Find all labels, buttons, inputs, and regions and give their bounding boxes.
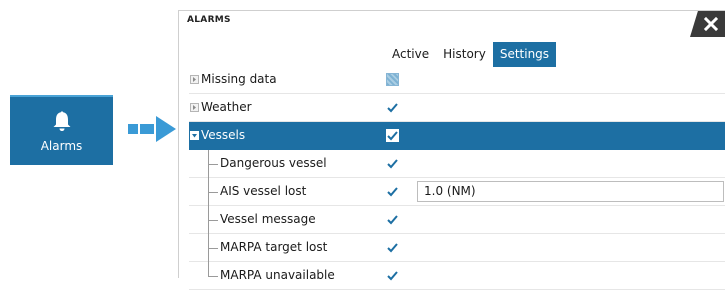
expand-toggle[interactable] [190, 75, 199, 84]
checkmark-icon [387, 243, 398, 253]
checkbox[interactable] [386, 185, 399, 198]
alarm-settings-list: Missing data Weather Vessels Dangerous v… [189, 66, 725, 290]
row-label: AIS vessel lost [220, 184, 307, 198]
checkmark-icon [387, 271, 398, 281]
checkbox[interactable] [386, 213, 399, 226]
list-item-vessels[interactable]: Vessels [189, 122, 725, 150]
list-item-dangerous-vessel[interactable]: Dangerous vessel [189, 150, 725, 178]
row-label: Weather [201, 100, 252, 114]
tree-connector [208, 192, 218, 193]
collapse-toggle[interactable] [190, 131, 199, 140]
chevron-right-icon [193, 77, 196, 82]
checkbox[interactable] [386, 241, 399, 254]
tree-connector [208, 220, 218, 221]
checkmark-icon [387, 103, 398, 113]
alarms-launcher-label: Alarms [40, 138, 83, 153]
tree-connector [208, 248, 218, 249]
checkbox[interactable] [386, 101, 399, 114]
alarms-launcher-button[interactable]: Alarms [10, 95, 113, 165]
tree-connector [208, 164, 218, 165]
row-label: MARPA unavailable [220, 268, 335, 282]
tab-settings[interactable]: Settings [492, 42, 557, 67]
row-label: Vessel message [220, 212, 316, 226]
checkmark-icon [387, 159, 398, 169]
checkbox[interactable] [386, 157, 399, 170]
dialog-title: ALARMS [187, 15, 231, 25]
bell-icon [53, 110, 70, 131]
checkmark-icon [386, 129, 399, 142]
list-item-marpa-unavailable[interactable]: MARPA unavailable [189, 262, 725, 290]
tab-history[interactable]: History [436, 42, 493, 67]
tab-bar: Active History Settings [385, 42, 557, 67]
close-icon [704, 17, 718, 31]
chevron-right-icon [193, 105, 196, 110]
row-label: MARPA target lost [220, 240, 328, 254]
list-item-weather[interactable]: Weather [189, 94, 725, 122]
expand-toggle[interactable] [190, 103, 199, 112]
checkbox[interactable] [386, 129, 399, 142]
checkmark-icon [387, 187, 398, 197]
alarms-dialog: ALARMS Active History Settings Missing d… [178, 10, 725, 290]
list-item-vessel-message[interactable]: Vessel message [189, 206, 725, 234]
row-label: Vessels [201, 128, 246, 142]
arrow-right-icon [128, 116, 176, 142]
row-label: Missing data [201, 72, 277, 86]
checkbox[interactable] [386, 269, 399, 282]
tab-active[interactable]: Active [385, 42, 436, 67]
list-item-marpa-target-lost[interactable]: MARPA target lost [189, 234, 725, 262]
threshold-input[interactable]: 1.0 (NM) [417, 181, 724, 202]
list-item-ais-vessel-lost[interactable]: AIS vessel lost 1.0 (NM) [189, 178, 725, 206]
chevron-down-icon [192, 134, 197, 138]
row-label: Dangerous vessel [220, 156, 327, 170]
checkbox-indeterminate[interactable] [386, 73, 399, 86]
tree-connector [208, 262, 209, 277]
list-item-missing-data[interactable]: Missing data [189, 66, 725, 94]
checkmark-icon [387, 215, 398, 225]
close-button[interactable] [690, 11, 725, 37]
